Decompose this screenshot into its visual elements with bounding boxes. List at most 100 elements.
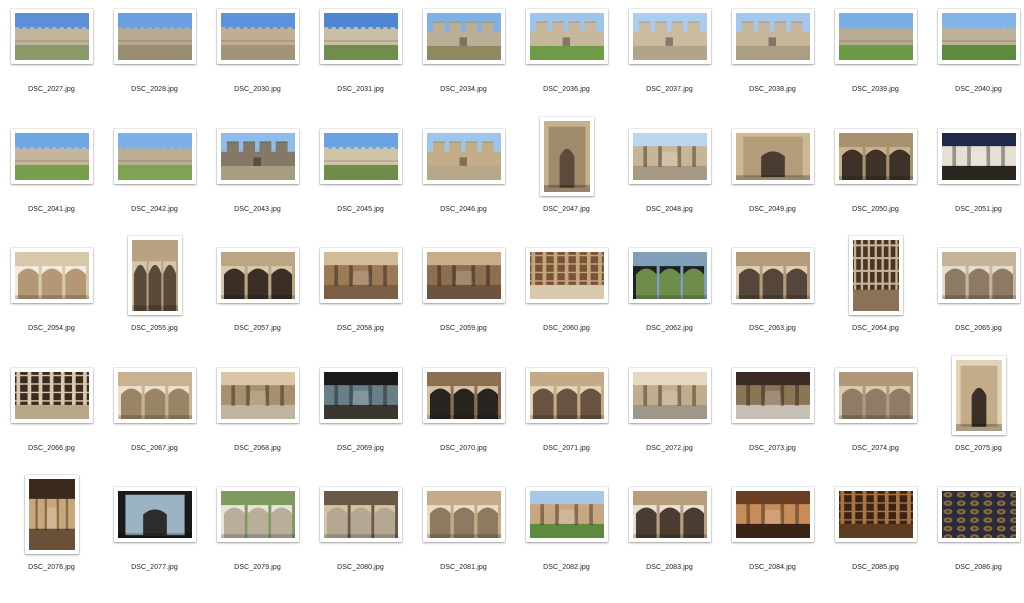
file-name-label[interactable]: DSC_2072.jpg: [618, 445, 721, 452]
file-name-label[interactable]: DSC_2084.jpg: [721, 564, 824, 571]
image-thumbnail[interactable]: [732, 367, 814, 423]
image-thumbnail[interactable]: [540, 116, 594, 196]
image-thumbnail[interactable]: [423, 9, 505, 64]
image-thumbnail[interactable]: [526, 367, 608, 423]
file-name-label[interactable]: DSC_2074.jpg: [824, 445, 927, 452]
image-thumbnail[interactable]: [11, 367, 93, 423]
image-thumbnail[interactable]: [732, 9, 814, 64]
file-item[interactable]: DSC_2065.jpg: [927, 245, 1024, 364]
file-item[interactable]: DSC_2075.jpg: [927, 355, 1024, 484]
image-thumbnail[interactable]: [11, 248, 93, 303]
file-name-label[interactable]: DSC_2037.jpg: [618, 86, 721, 93]
image-thumbnail[interactable]: [526, 9, 608, 64]
file-name-label[interactable]: DSC_2065.jpg: [927, 325, 1024, 332]
file-item[interactable]: DSC_2047.jpg: [515, 116, 618, 245]
file-item[interactable]: DSC_2040.jpg: [927, 6, 1024, 125]
file-name-label[interactable]: DSC_2070.jpg: [412, 445, 515, 452]
file-item[interactable]: DSC_2082.jpg: [515, 484, 618, 603]
file-item[interactable]: DSC_2074.jpg: [824, 365, 927, 484]
file-item[interactable]: DSC_2031.jpg: [309, 6, 412, 125]
file-name-label[interactable]: DSC_2046.jpg: [412, 206, 515, 213]
file-name-label[interactable]: DSC_2086.jpg: [927, 564, 1024, 571]
file-item[interactable]: DSC_2081.jpg: [412, 484, 515, 603]
file-name-label[interactable]: DSC_2034.jpg: [412, 86, 515, 93]
file-item[interactable]: DSC_2059.jpg: [412, 245, 515, 364]
file-name-label[interactable]: DSC_2081.jpg: [412, 564, 515, 571]
image-thumbnail[interactable]: [423, 248, 505, 303]
file-name-label[interactable]: DSC_2064.jpg: [824, 325, 927, 332]
file-name-label[interactable]: DSC_2043.jpg: [206, 206, 309, 213]
file-item[interactable]: DSC_2084.jpg: [721, 484, 824, 603]
file-name-label[interactable]: DSC_2049.jpg: [721, 206, 824, 213]
file-name-label[interactable]: DSC_2027.jpg: [0, 86, 103, 93]
file-item[interactable]: DSC_2086.jpg: [927, 484, 1024, 603]
image-thumbnail[interactable]: [217, 367, 299, 423]
file-item[interactable]: DSC_2054.jpg: [0, 245, 103, 364]
file-item[interactable]: DSC_2046.jpg: [412, 126, 515, 245]
image-thumbnail[interactable]: [835, 487, 917, 542]
image-thumbnail[interactable]: [732, 487, 814, 542]
image-thumbnail[interactable]: [217, 9, 299, 64]
file-item[interactable]: DSC_2069.jpg: [309, 365, 412, 484]
file-item[interactable]: DSC_2055.jpg: [103, 236, 206, 364]
image-thumbnail[interactable]: [526, 487, 608, 542]
file-name-label[interactable]: DSC_2047.jpg: [515, 206, 618, 213]
file-name-label[interactable]: DSC_2071.jpg: [515, 445, 618, 452]
image-thumbnail[interactable]: [629, 367, 711, 423]
file-name-label[interactable]: DSC_2031.jpg: [309, 86, 412, 93]
file-item[interactable]: DSC_2062.jpg: [618, 245, 721, 364]
file-item[interactable]: DSC_2048.jpg: [618, 126, 721, 245]
file-item[interactable]: DSC_2085.jpg: [824, 484, 927, 603]
file-item[interactable]: DSC_2060.jpg: [515, 245, 618, 364]
file-item[interactable]: DSC_2036.jpg: [515, 6, 618, 125]
file-item[interactable]: DSC_2071.jpg: [515, 365, 618, 484]
file-item[interactable]: DSC_2077.jpg: [103, 484, 206, 603]
image-thumbnail[interactable]: [217, 248, 299, 303]
image-thumbnail[interactable]: [629, 248, 711, 303]
file-name-label[interactable]: DSC_2083.jpg: [618, 564, 721, 571]
file-name-label[interactable]: DSC_2076.jpg: [0, 564, 103, 571]
image-thumbnail[interactable]: [114, 128, 196, 184]
file-name-label[interactable]: DSC_2082.jpg: [515, 564, 618, 571]
file-name-label[interactable]: DSC_2079.jpg: [206, 564, 309, 571]
image-thumbnail[interactable]: [952, 355, 1006, 435]
file-item[interactable]: DSC_2050.jpg: [824, 126, 927, 245]
image-thumbnail[interactable]: [114, 487, 196, 542]
image-thumbnail[interactable]: [938, 487, 1020, 542]
image-thumbnail[interactable]: [835, 9, 917, 64]
file-name-label[interactable]: DSC_2075.jpg: [927, 445, 1024, 452]
image-thumbnail[interactable]: [849, 236, 903, 315]
image-thumbnail[interactable]: [11, 9, 93, 64]
image-thumbnail[interactable]: [732, 248, 814, 303]
image-thumbnail[interactable]: [732, 128, 814, 184]
file-item[interactable]: DSC_2038.jpg: [721, 6, 824, 125]
file-name-label[interactable]: DSC_2051.jpg: [927, 206, 1024, 213]
file-item[interactable]: DSC_2037.jpg: [618, 6, 721, 125]
file-name-label[interactable]: DSC_2038.jpg: [721, 86, 824, 93]
file-name-label[interactable]: DSC_2042.jpg: [103, 206, 206, 213]
file-name-label[interactable]: DSC_2048.jpg: [618, 206, 721, 213]
file-name-label[interactable]: DSC_2068.jpg: [206, 445, 309, 452]
image-thumbnail[interactable]: [629, 128, 711, 184]
file-item[interactable]: DSC_2045.jpg: [309, 126, 412, 245]
file-item[interactable]: DSC_2051.jpg: [927, 126, 1024, 245]
image-thumbnail[interactable]: [938, 248, 1020, 303]
image-thumbnail[interactable]: [114, 367, 196, 423]
file-item[interactable]: DSC_2068.jpg: [206, 365, 309, 484]
file-name-label[interactable]: DSC_2036.jpg: [515, 86, 618, 93]
image-thumbnail[interactable]: [320, 367, 402, 423]
image-thumbnail[interactable]: [217, 487, 299, 542]
file-item[interactable]: DSC_2073.jpg: [721, 365, 824, 484]
file-item[interactable]: DSC_2072.jpg: [618, 365, 721, 484]
file-name-label[interactable]: DSC_2045.jpg: [309, 206, 412, 213]
file-name-label[interactable]: DSC_2041.jpg: [0, 206, 103, 213]
file-item[interactable]: DSC_2039.jpg: [824, 6, 927, 125]
image-thumbnail[interactable]: [320, 487, 402, 542]
image-thumbnail[interactable]: [835, 128, 917, 184]
image-thumbnail[interactable]: [217, 128, 299, 184]
image-thumbnail[interactable]: [11, 128, 93, 184]
file-name-label[interactable]: DSC_2066.jpg: [0, 445, 103, 452]
image-thumbnail[interactable]: [114, 9, 196, 64]
file-name-label[interactable]: DSC_2054.jpg: [0, 325, 103, 332]
file-item[interactable]: DSC_2063.jpg: [721, 245, 824, 364]
